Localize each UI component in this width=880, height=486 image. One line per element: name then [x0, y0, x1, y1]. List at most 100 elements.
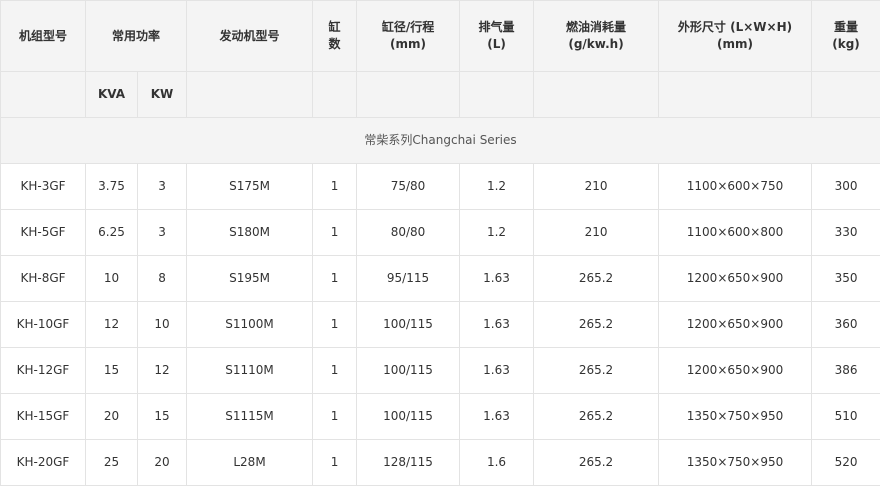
cell-dim: 1350×750×950	[659, 440, 812, 486]
cell-kva: 3.75	[86, 164, 138, 210]
table-row: KH-15GF2015S1115M1100/1151.63265.21350×7…	[1, 394, 880, 440]
cell-kw: 20	[138, 440, 187, 486]
cell-dim: 1350×750×950	[659, 394, 812, 440]
cell-disp: 1.2	[460, 210, 534, 256]
subheader-empty	[659, 72, 812, 118]
cell-model: KH-12GF	[1, 348, 86, 394]
cell-disp: 1.63	[460, 302, 534, 348]
cell-bore: 100/115	[357, 394, 460, 440]
cell-disp: 1.2	[460, 164, 534, 210]
header-bore-stroke: 缸径/行程 (mm)	[357, 1, 460, 72]
cell-dim: 1100×600×800	[659, 210, 812, 256]
header-disp-line2: (L)	[460, 36, 533, 53]
cell-kw: 8	[138, 256, 187, 302]
cell-dim: 1100×600×750	[659, 164, 812, 210]
header-displacement: 排气量 (L)	[460, 1, 534, 72]
cell-cyl: 1	[313, 164, 357, 210]
cell-kw: 3	[138, 210, 187, 256]
cell-model: KH-20GF	[1, 440, 86, 486]
cell-engine: S1100M	[187, 302, 313, 348]
header-cylinders-line1: 缸	[313, 19, 356, 36]
cell-disp: 1.63	[460, 256, 534, 302]
cell-dim: 1200×650×900	[659, 348, 812, 394]
cell-model: KH-8GF	[1, 256, 86, 302]
cell-kva: 25	[86, 440, 138, 486]
cell-kva: 6.25	[86, 210, 138, 256]
cell-engine: S1110M	[187, 348, 313, 394]
header-model: 机组型号	[1, 1, 86, 72]
cell-kva: 15	[86, 348, 138, 394]
cell-weight: 300	[812, 164, 880, 210]
cell-bore: 80/80	[357, 210, 460, 256]
header-bore-line1: 缸径/行程	[357, 19, 459, 36]
cell-weight: 330	[812, 210, 880, 256]
cell-engine: S180M	[187, 210, 313, 256]
cell-bore: 100/115	[357, 348, 460, 394]
cell-model: KH-15GF	[1, 394, 86, 440]
cell-kva: 20	[86, 394, 138, 440]
header-row: 机组型号 常用功率 发动机型号 缸 数 缸径/行程 (mm) 排气量 (L) 燃…	[1, 1, 880, 72]
subheader-empty	[460, 72, 534, 118]
table-row: KH-3GF3.753S175M175/801.22101100×600×750…	[1, 164, 880, 210]
cell-weight: 510	[812, 394, 880, 440]
table-row: KH-10GF1210S1100M1100/1151.63265.21200×6…	[1, 302, 880, 348]
cell-engine: S195M	[187, 256, 313, 302]
cell-weight: 386	[812, 348, 880, 394]
cell-model: KH-10GF	[1, 302, 86, 348]
table-row: KH-8GF108S195M195/1151.63265.21200×650×9…	[1, 256, 880, 302]
cell-disp: 1.6	[460, 440, 534, 486]
subheader-kva: KVA	[86, 72, 138, 118]
subheader-empty	[1, 72, 86, 118]
cell-cyl: 1	[313, 302, 357, 348]
cell-fuel: 210	[534, 210, 659, 256]
series-row: 常柴系列Changchai Series	[1, 118, 880, 164]
header-cylinders-line2: 数	[313, 36, 356, 53]
header-fuel-line2: (g/kw.h)	[534, 36, 658, 53]
header-dimensions: 外形尺寸 (L×W×H) (mm)	[659, 1, 812, 72]
cell-cyl: 1	[313, 348, 357, 394]
header-bore-line2: (mm)	[357, 36, 459, 53]
header-engine: 发动机型号	[187, 1, 313, 72]
cell-engine: S175M	[187, 164, 313, 210]
cell-weight: 520	[812, 440, 880, 486]
cell-model: KH-3GF	[1, 164, 86, 210]
cell-engine: S1115M	[187, 394, 313, 440]
cell-fuel: 210	[534, 164, 659, 210]
cell-weight: 350	[812, 256, 880, 302]
cell-fuel: 265.2	[534, 394, 659, 440]
table-row: KH-5GF6.253S180M180/801.22101100×600×800…	[1, 210, 880, 256]
cell-cyl: 1	[313, 394, 357, 440]
cell-disp: 1.63	[460, 348, 534, 394]
table-body: KH-3GF3.753S175M175/801.22101100×600×750…	[1, 164, 880, 486]
header-weight-line2: (kg)	[812, 36, 880, 53]
header-dim-line2: (mm)	[659, 36, 811, 53]
header-fuel: 燃油消耗量 (g/kw.h)	[534, 1, 659, 72]
cell-weight: 360	[812, 302, 880, 348]
cell-cyl: 1	[313, 256, 357, 302]
cell-bore: 75/80	[357, 164, 460, 210]
header-disp-line1: 排气量	[460, 19, 533, 36]
header-weight-line1: 重量	[812, 19, 880, 36]
cell-bore: 100/115	[357, 302, 460, 348]
cell-disp: 1.63	[460, 394, 534, 440]
cell-model: KH-5GF	[1, 210, 86, 256]
cell-fuel: 265.2	[534, 302, 659, 348]
cell-dim: 1200×650×900	[659, 256, 812, 302]
cell-kva: 10	[86, 256, 138, 302]
cell-cyl: 1	[313, 440, 357, 486]
series-label: 常柴系列Changchai Series	[1, 118, 880, 164]
spec-table: 机组型号 常用功率 发动机型号 缸 数 缸径/行程 (mm) 排气量 (L) 燃…	[0, 0, 880, 486]
table-row: KH-20GF2520L28M1128/1151.6265.21350×750×…	[1, 440, 880, 486]
cell-kw: 12	[138, 348, 187, 394]
subheader-empty	[187, 72, 313, 118]
header-fuel-line1: 燃油消耗量	[534, 19, 658, 36]
header-cylinders: 缸 数	[313, 1, 357, 72]
subheader-empty	[534, 72, 659, 118]
cell-kw: 15	[138, 394, 187, 440]
subheader-empty	[313, 72, 357, 118]
cell-dim: 1200×650×900	[659, 302, 812, 348]
table-row: KH-12GF1512S1110M1100/1151.63265.21200×6…	[1, 348, 880, 394]
cell-cyl: 1	[313, 210, 357, 256]
cell-kw: 3	[138, 164, 187, 210]
subheader-row: KVA KW	[1, 72, 880, 118]
